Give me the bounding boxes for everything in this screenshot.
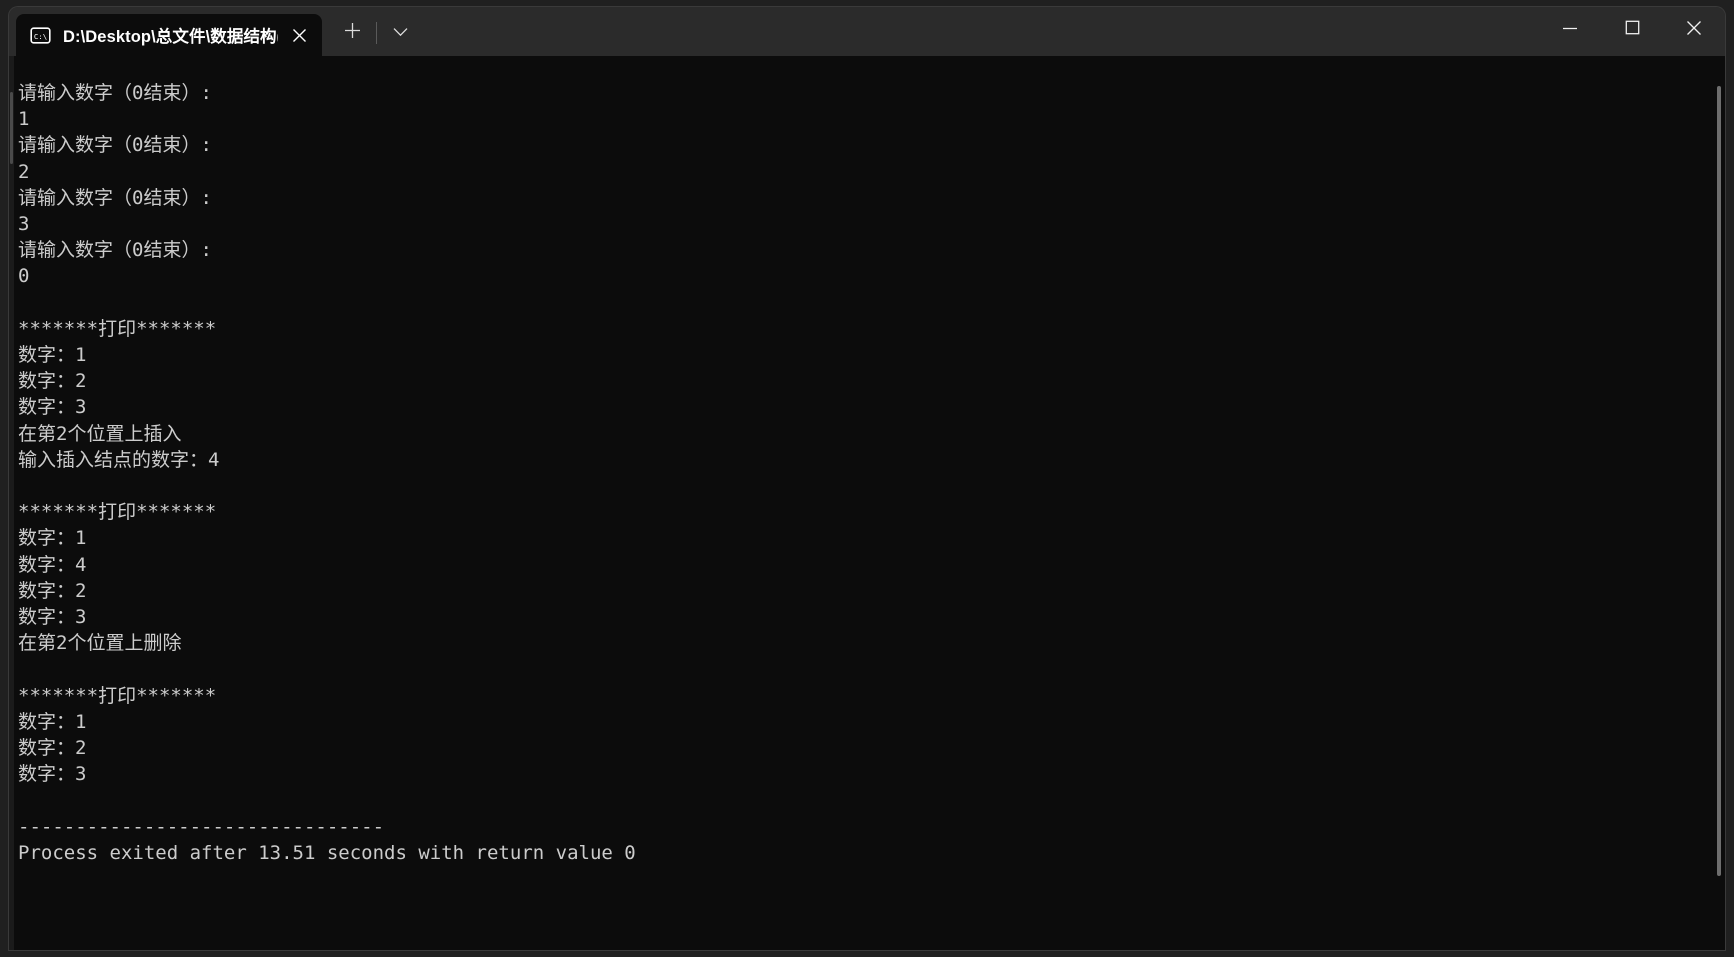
tab-close-icon[interactable] (282, 19, 316, 51)
maximize-button[interactable] (1601, 7, 1663, 53)
tab-title: D:\Desktop\总文件\数据结构( (63, 28, 278, 46)
minimize-button[interactable] (1539, 7, 1601, 53)
close-button[interactable] (1663, 7, 1725, 53)
close-icon (1686, 20, 1702, 41)
window-controls (1539, 7, 1725, 53)
maximize-icon (1625, 20, 1640, 40)
terminal-output: 请输入数字（0结束）: 1 请输入数字（0结束）: 2 请输入数字（0结束）: … (18, 82, 636, 864)
new-tab-button[interactable] (332, 13, 372, 53)
terminal-scrollbar[interactable] (1711, 56, 1725, 950)
tab-strip: C:\ D:\Desktop\总文件\数据结构( (9, 7, 419, 56)
chevron-down-icon (393, 24, 408, 42)
terminal-window: C:\ D:\Desktop\总文件\数据结构(请输入数字（0结束）: 1 请… (9, 7, 1725, 950)
left-scrollbar[interactable] (9, 56, 14, 950)
terminal-pane[interactable]: 请输入数字（0结束）: 1 请输入数字（0结束）: 2 请输入数字（0结束）: … (9, 56, 1725, 950)
tab-console[interactable]: C:\ D:\Desktop\总文件\数据结构( (16, 14, 322, 56)
left-scrollbar-thumb[interactable] (10, 92, 13, 164)
console-cmd-icon: C:\ (30, 25, 51, 46)
tab-dropdown-button[interactable] (381, 13, 419, 53)
svg-text:C:\: C:\ (34, 32, 47, 41)
toolbar-divider (376, 22, 377, 44)
title-bar[interactable]: C:\ D:\Desktop\总文件\数据结构( (9, 7, 1725, 56)
terminal-scrollbar-thumb[interactable] (1717, 86, 1721, 876)
plus-icon (344, 22, 361, 44)
minimize-icon (1562, 21, 1578, 39)
